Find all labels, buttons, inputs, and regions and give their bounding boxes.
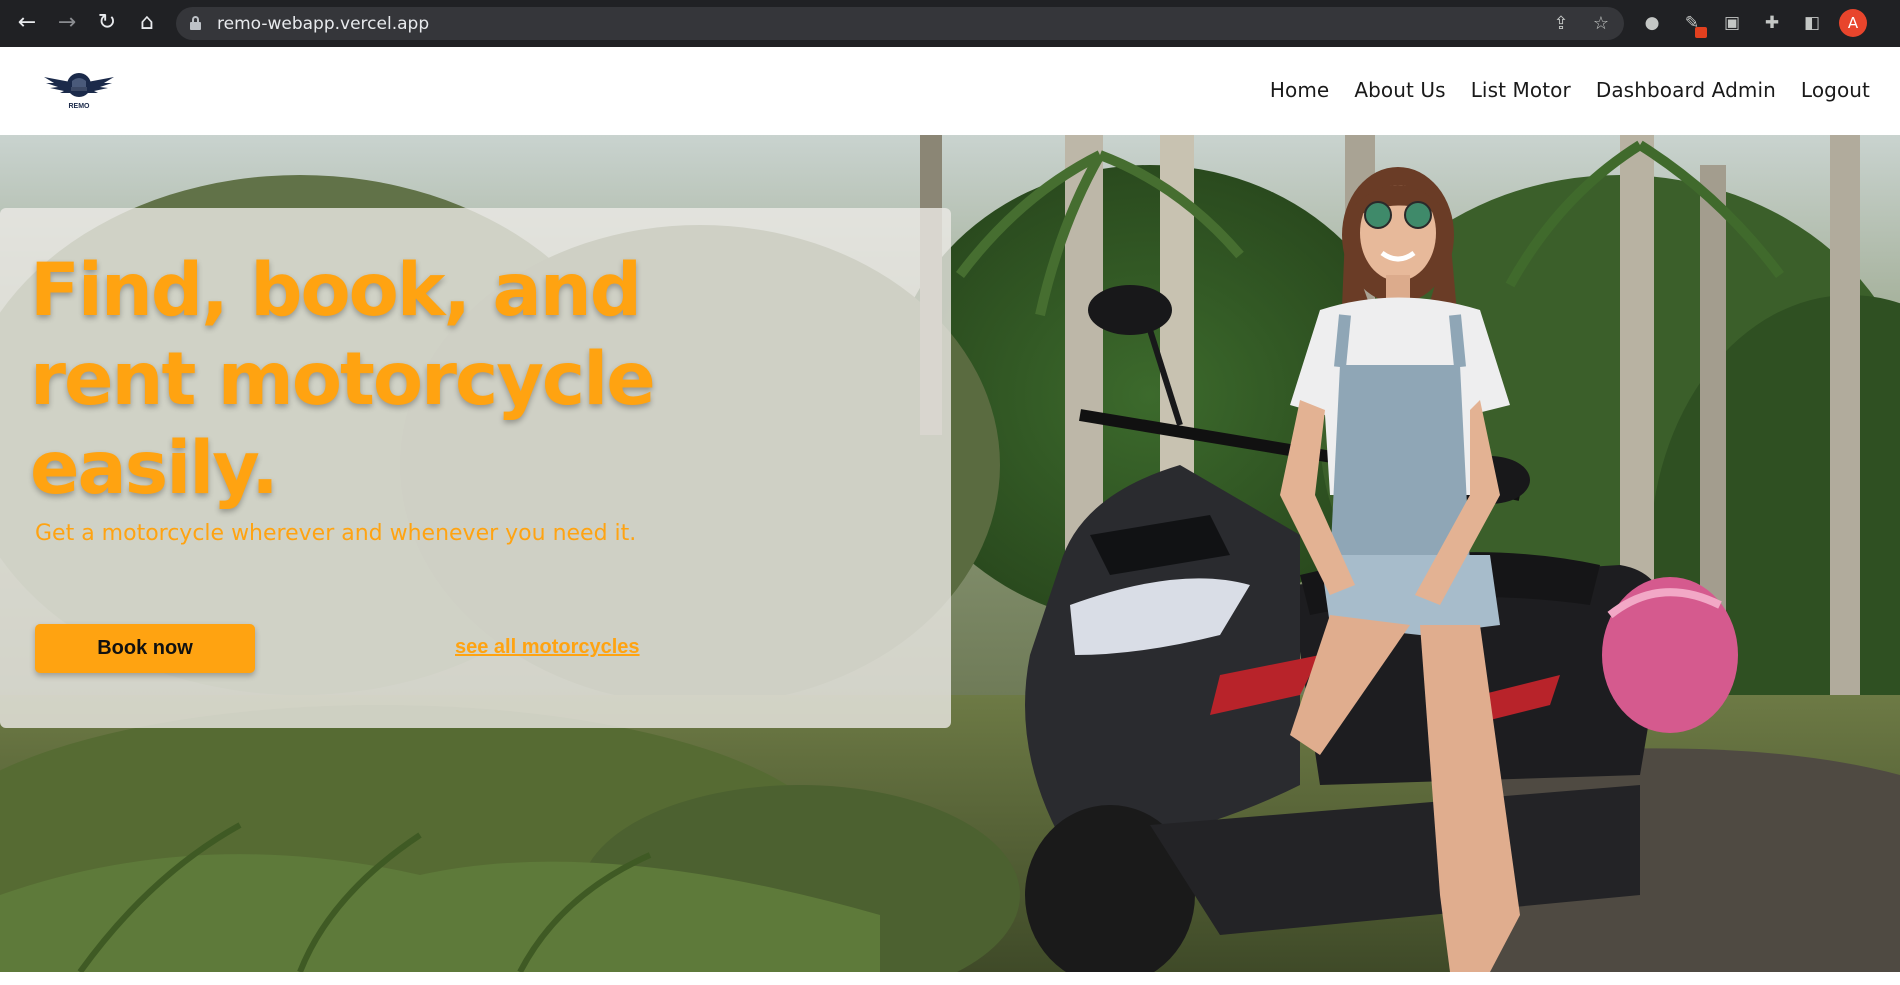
headline-line-2: rent motorcycle	[30, 337, 656, 422]
profile-avatar[interactable]: A	[1839, 9, 1867, 37]
url-text[interactable]: remo-webapp.vercel.app	[217, 14, 429, 34]
extensions-puzzle-icon[interactable]: ✚	[1760, 11, 1784, 35]
extension-icon[interactable]: ●	[1640, 11, 1664, 35]
browser-toolbar: ← → ↻ ⌂ remo-webapp.vercel.app ⇪ ☆ ● ✎ ▣…	[0, 0, 1900, 47]
nav-list-motor[interactable]: List Motor	[1471, 78, 1571, 102]
logo-text: REMO	[68, 103, 90, 110]
headline-line-3: easily.	[30, 426, 279, 511]
lock-icon[interactable]	[190, 16, 201, 30]
home-icon[interactable]: ⌂	[132, 8, 162, 38]
nav-dashboard-admin[interactable]: Dashboard Admin	[1596, 78, 1776, 102]
share-icon[interactable]: ⇪	[1549, 12, 1573, 36]
reload-icon[interactable]: ↻	[92, 8, 122, 38]
remo-logo[interactable]: REMO	[42, 65, 116, 113]
extension-badge	[1695, 27, 1707, 38]
back-icon[interactable]: ←	[12, 8, 42, 38]
hero-section: Find, book, and rent motorcycle easily. …	[0, 135, 1900, 972]
side-panel-icon[interactable]: ◧	[1800, 11, 1824, 35]
forward-icon[interactable]: →	[52, 8, 82, 38]
main-nav: Home About Us List Motor Dashboard Admin…	[1270, 78, 1870, 102]
nav-home[interactable]: Home	[1270, 78, 1329, 102]
extension-icon[interactable]: ▣	[1720, 11, 1744, 35]
see-all-motorcycles-link[interactable]: see all motorcycles	[455, 636, 640, 659]
address-bar[interactable]: remo-webapp.vercel.app ⇪ ☆	[176, 7, 1624, 40]
hero-headline: Find, book, and rent motorcycle easily.	[30, 246, 750, 513]
nav-about-us[interactable]: About Us	[1354, 78, 1445, 102]
headline-line-1: Find, book, and	[30, 248, 642, 333]
site-header: REMO Home About Us List Motor Dashboard …	[0, 47, 1900, 135]
book-now-button[interactable]: Book now	[35, 624, 255, 673]
nav-logout[interactable]: Logout	[1801, 78, 1870, 102]
hero-card: Find, book, and rent motorcycle easily. …	[0, 208, 951, 728]
bookmark-star-icon[interactable]: ☆	[1589, 12, 1613, 36]
hero-subheadline: Get a motorcycle wherever and whenever y…	[35, 521, 637, 546]
